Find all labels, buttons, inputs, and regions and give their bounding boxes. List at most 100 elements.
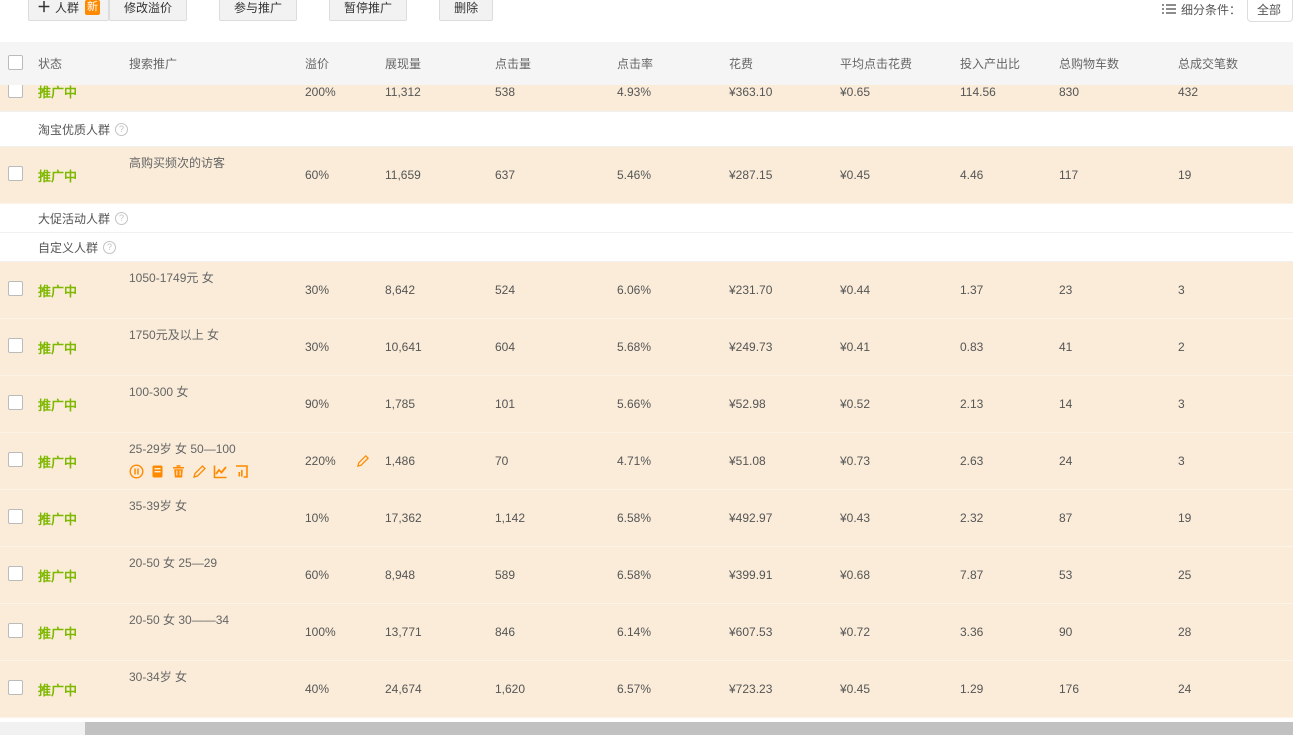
roi-cell-value: 2.63 (960, 454, 983, 468)
pause-icon[interactable] (129, 464, 144, 479)
carts-cell-value: 53 (1059, 568, 1072, 582)
impressions-cell: 11,659 (385, 168, 495, 182)
roi-cell-value: 0.83 (960, 340, 983, 354)
clicks-cell: 637 (495, 168, 617, 182)
audience-name[interactable]: 20-50 女 25—29 (129, 556, 305, 571)
carts-cell-value: 23 (1059, 283, 1072, 297)
audience-name[interactable]: 100-300 女 (129, 385, 305, 400)
audience-name[interactable]: 25-29岁 女 50—100 (129, 442, 305, 457)
carts-cell: 53 (1059, 568, 1178, 582)
roi-cell: 2.13 (960, 397, 1059, 411)
avg-cost-cell: ¥0.65 (840, 85, 960, 99)
cost-cell-value: ¥363.10 (729, 85, 772, 99)
impressions-cell: 8,642 (385, 283, 495, 297)
row-checkbox-cell (0, 166, 30, 184)
column-header-3: 溢价 (305, 55, 385, 72)
budget-icon[interactable] (150, 464, 165, 479)
orders-cell: 3 (1178, 397, 1293, 411)
report-icon[interactable] (234, 464, 249, 479)
row-checkbox[interactable] (8, 395, 23, 410)
carts-cell-value: 87 (1059, 511, 1072, 525)
impressions-cell: 8,948 (385, 568, 495, 582)
ctr-cell-value: 5.66% (617, 397, 651, 411)
orders-cell: 3 (1178, 283, 1293, 297)
modify-premium-button[interactable]: 修改溢价 (109, 0, 187, 21)
audience-name[interactable]: 1050-1749元 女 (129, 271, 305, 286)
roi-cell-value: 2.32 (960, 511, 983, 525)
row-checkbox[interactable] (8, 680, 23, 695)
orders-cell-value: 25 (1178, 568, 1191, 582)
avg-cost-cell: ¥0.73 (840, 454, 960, 468)
add-audience-button[interactable]: ＋ 人群 新 (28, 0, 109, 21)
row-checkbox[interactable] (8, 166, 23, 181)
segment-filter-select[interactable]: 全部 (1247, 0, 1293, 22)
pause-promotion-button[interactable]: 暂停推广 (329, 0, 407, 21)
status-badge: 推广中 (30, 338, 129, 357)
audience-name[interactable]: 35-39岁 女 (129, 499, 305, 514)
toolbar-inner: ＋ 人群 新 修改溢价参与推广暂停推广删除 细分条件： 全部 (0, 0, 1293, 22)
row-checkbox[interactable] (8, 509, 23, 524)
audience-name[interactable]: 20-50 女 30——34 (129, 613, 305, 628)
join-promotion-button[interactable]: 参与推广 (219, 0, 297, 21)
impressions-cell: 11,312 (385, 85, 495, 99)
row-action-icons (129, 464, 305, 479)
avg-cost-cell-value: ¥0.43 (840, 511, 870, 525)
row-checkbox[interactable] (8, 566, 23, 581)
select-all-checkbox[interactable] (8, 55, 23, 70)
help-icon[interactable]: ? (103, 241, 116, 254)
audience-group-label: 淘宝优质人群 (38, 121, 110, 138)
status-badge: 推广中 (30, 509, 129, 528)
clicks-cell-value: 637 (495, 168, 515, 182)
trash-icon[interactable] (171, 464, 186, 479)
row-checkbox-cell (0, 509, 30, 527)
cost-cell: ¥51.08 (729, 454, 840, 468)
audience-name-cell: 35-39岁 女 (129, 490, 305, 546)
help-icon[interactable]: ? (115, 123, 128, 136)
audience-name[interactable]: 30-34岁 女 (129, 670, 305, 685)
trend-chart-icon[interactable] (213, 464, 228, 479)
orders-cell-value: 19 (1178, 168, 1191, 182)
avg-cost-cell-value: ¥0.52 (840, 397, 870, 411)
cost-cell-value: ¥607.53 (729, 625, 772, 639)
premium-cell-value: 10% (305, 511, 329, 525)
ctr-cell-value: 6.58% (617, 511, 651, 525)
impressions-cell: 24,674 (385, 682, 495, 696)
ctr-cell-value: 6.06% (617, 283, 651, 297)
cost-cell: ¥607.53 (729, 625, 840, 639)
table-row: 推广中200%11,3125384.93%¥363.10¥0.65114.568… (0, 85, 1293, 111)
row-checkbox[interactable] (8, 452, 23, 467)
audience-name-cell: 100-300 女 (129, 376, 305, 432)
row-checkbox[interactable] (8, 623, 23, 638)
carts-cell-value: 24 (1059, 454, 1072, 468)
clicks-cell-value: 70 (495, 454, 508, 468)
ctr-cell-value: 6.58% (617, 568, 651, 582)
carts-cell-value: 14 (1059, 397, 1072, 411)
edit-icon[interactable] (192, 464, 207, 479)
roi-cell: 2.63 (960, 454, 1059, 468)
avg-cost-cell-value: ¥0.73 (840, 454, 870, 468)
premium-cell: 30% (305, 340, 385, 354)
impressions-cell-value: 24,674 (385, 682, 422, 696)
premium-cell-value: 60% (305, 568, 329, 582)
clicks-cell-value: 538 (495, 85, 515, 99)
audience-name[interactable]: 1750元及以上 女 (129, 328, 305, 343)
cost-cell: ¥249.73 (729, 340, 840, 354)
row-checkbox[interactable] (8, 85, 23, 98)
row-checkbox[interactable] (8, 338, 23, 353)
clicks-cell: 538 (495, 85, 617, 99)
horizontal-scrollbar-thumb[interactable] (85, 722, 1293, 735)
cost-cell-value: ¥51.08 (729, 454, 766, 468)
delete-button[interactable]: 删除 (439, 0, 493, 21)
ctr-cell: 5.66% (617, 397, 729, 411)
impressions-cell-value: 11,659 (385, 168, 421, 182)
ctr-cell: 4.71% (617, 454, 729, 468)
impressions-cell: 1,785 (385, 397, 495, 411)
help-icon[interactable]: ? (115, 212, 128, 225)
audience-name[interactable]: 高购买频次的访客 (129, 156, 305, 171)
row-checkbox[interactable] (8, 281, 23, 296)
edit-premium-icon[interactable] (356, 454, 370, 468)
status-badge: 推广中 (30, 281, 129, 300)
cost-cell-value: ¥231.70 (729, 283, 772, 297)
orders-cell: 3 (1178, 454, 1293, 468)
audience-name-cell: 30-34岁 女 (129, 661, 305, 717)
